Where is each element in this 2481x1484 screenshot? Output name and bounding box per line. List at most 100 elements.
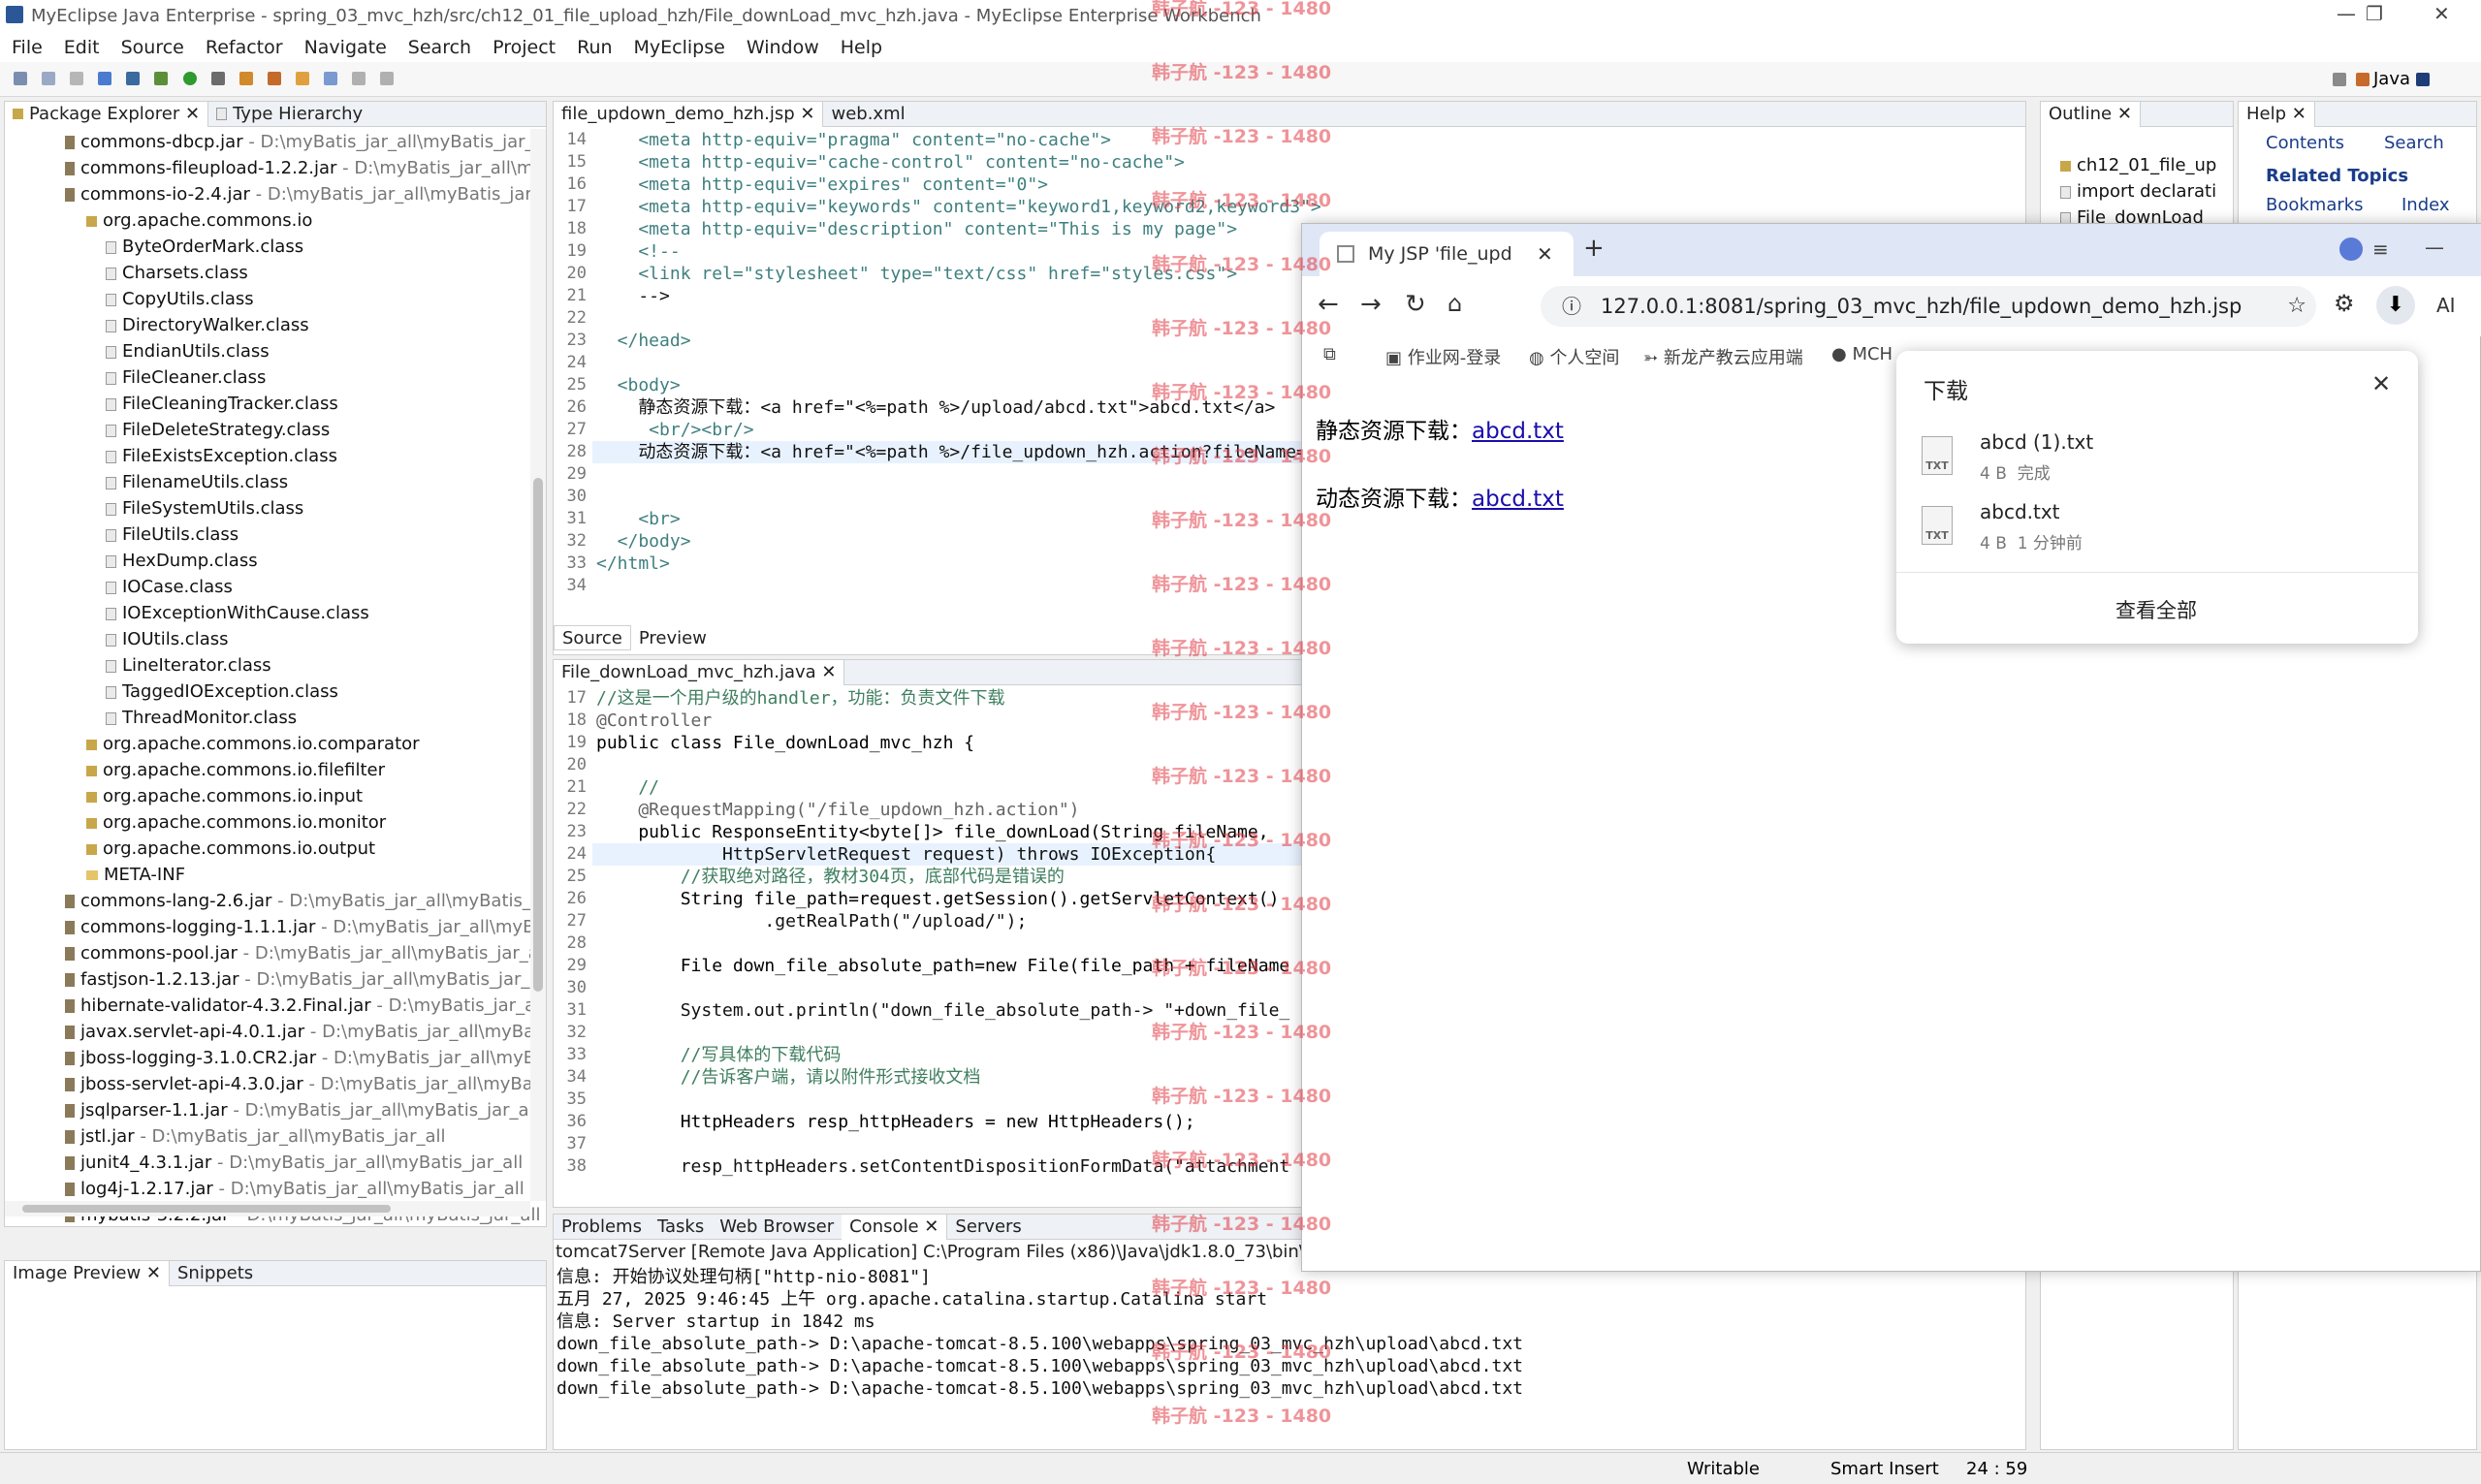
browser-tab[interactable]: My JSP 'file_upd ✕ [1320, 232, 1574, 276]
open-type-icon[interactable] [267, 72, 281, 85]
tree-item-pkg[interactable]: org.apache.commons.io.input [86, 783, 363, 809]
tree-item-cls[interactable]: FileUtils.class [106, 521, 239, 548]
close-downloads-icon[interactable]: ✕ [2371, 370, 2391, 397]
tab-console[interactable]: Console ✕ [842, 1214, 948, 1240]
tab-snippets[interactable]: Snippets [170, 1261, 261, 1286]
bookmark-item[interactable]: ● MCH [1831, 344, 1893, 364]
menu-refactor[interactable]: Refactor [206, 37, 283, 58]
static-download-link[interactable]: abcd.txt [1472, 419, 1564, 444]
menu-edit[interactable]: Edit [64, 37, 100, 58]
tree-item-cls[interactable]: FileCleaner.class [106, 364, 266, 391]
view-all-downloads-button[interactable]: 查看全部 [2115, 595, 2197, 624]
tree-item-cls[interactable]: FileCleaningTracker.class [106, 391, 338, 417]
home-icon[interactable]: ⌂ [1447, 290, 1462, 317]
downloads-icon[interactable]: ⬇ [2376, 286, 2415, 325]
open-perspective-icon[interactable] [2333, 72, 2346, 86]
tree-item-cls[interactable]: ByteOrderMark.class [106, 234, 303, 260]
tab-help[interactable]: Help ✕ [2239, 101, 2315, 127]
tab-source[interactable]: Source [554, 625, 631, 650]
tree-item-jar[interactable]: jsqlparser-1.1.jar - D:\myBatis_jar_all\… [65, 1097, 539, 1123]
tree-horizontal-scrollbar[interactable] [5, 1201, 530, 1216]
download-item[interactable]: TXT abcd (1).txt 4 B 完成 [1922, 428, 2387, 489]
tree-item-pkg[interactable]: org.apache.commons.io.output [86, 836, 375, 862]
minimize-button[interactable]: — [2337, 2, 2356, 25]
tree-item-cls[interactable]: EndianUtils.class [106, 338, 270, 364]
tab-preview[interactable]: Preview [631, 625, 715, 650]
new-java-class-icon[interactable] [239, 72, 253, 85]
run-icon[interactable] [182, 72, 197, 85]
profile-icon[interactable] [2339, 237, 2363, 261]
tree-item-jar[interactable]: junit4_4.3.1.jar - D:\myBatis_jar_all\my… [65, 1150, 523, 1176]
menu-help[interactable]: Help [841, 37, 882, 58]
save-icon[interactable] [42, 72, 56, 85]
menu-file[interactable]: File [12, 37, 43, 58]
menu-source[interactable]: Source [121, 37, 184, 58]
tab-web-xml[interactable]: web.xml [823, 102, 912, 127]
tree-item-cls[interactable]: LineIterator.class [106, 652, 271, 679]
tree-item-jar[interactable]: commons-lang-2.6.jar - D:\myBatis_jar_al… [65, 888, 547, 914]
help-index-link[interactable]: Index [2401, 195, 2450, 215]
myeclipse-perspective-icon[interactable] [2416, 72, 2431, 86]
favorite-star-icon[interactable]: ☆ [2287, 286, 2306, 327]
tree-item-cls[interactable]: TaggedIOException.class [106, 679, 338, 705]
tree-item-pkg[interactable]: org.apache.commons.io.comparator [86, 731, 420, 757]
ai-label[interactable]: AI [2436, 294, 2456, 317]
tree-item-jar[interactable]: commons-pool.jar - D:\myBatis_jar_all\my… [65, 940, 539, 966]
new-icon[interactable] [14, 72, 27, 85]
tab-problems[interactable]: Problems [554, 1215, 650, 1240]
server-icon[interactable] [126, 72, 141, 85]
tree-item-jar[interactable]: jstl.jar - D:\myBatis_jar_all\myBatis_ja… [65, 1123, 446, 1150]
help-bookmarks-link[interactable]: Bookmarks [2266, 195, 2364, 215]
tree-item-jar[interactable]: jboss-logging-3.1.0.CR2.jar - D:\myBatis… [65, 1045, 546, 1071]
tab-servers[interactable]: Servers [947, 1215, 1029, 1240]
tree-item-cls[interactable]: IOExceptionWithCause.class [106, 600, 369, 626]
tree-vertical-scrollbar[interactable] [530, 129, 546, 1201]
tab-menu-icon[interactable]: ≡ [2372, 237, 2389, 261]
tree-item-pkg[interactable]: org.apache.commons.io.filefilter [86, 757, 385, 783]
menu-window[interactable]: Window [747, 37, 819, 58]
external-tools-icon[interactable] [210, 72, 225, 85]
forward-arrow-icon[interactable]: → [1360, 290, 1382, 319]
menu-search[interactable]: Search [408, 37, 471, 58]
print-icon[interactable] [70, 72, 84, 85]
maximize-button[interactable]: ❐ [2366, 2, 2383, 25]
tree-item-cls[interactable]: DirectoryWalker.class [106, 312, 309, 338]
tree-item-cls[interactable]: Charsets.class [106, 260, 248, 286]
tab-package-explorer[interactable]: Package Explorer ✕ [5, 101, 209, 127]
site-info-icon[interactable]: ⓘ [1562, 286, 1581, 327]
address-bar[interactable]: ⓘ 127.0.0.1:8081/spring_03_mvc_hzh/file_… [1541, 286, 2316, 327]
tab-web-browser[interactable]: Web Browser [712, 1215, 842, 1240]
tree-item-cls[interactable]: FileSystemUtils.class [106, 495, 303, 521]
help-search-link[interactable]: Search [2384, 133, 2444, 153]
tree-item-cls[interactable]: FileDeleteStrategy.class [106, 417, 330, 443]
bookmarks-menu-icon[interactable]: ⧉ [1323, 344, 1336, 364]
close-tab-icon[interactable]: ✕ [1537, 242, 1553, 266]
tree-item-jar[interactable]: fastjson-1.2.13.jar - D:\myBatis_jar_all… [65, 966, 529, 993]
browser-minimize-icon[interactable]: — [2425, 236, 2444, 259]
tab-tasks[interactable]: Tasks [650, 1215, 712, 1240]
tree-item-jar[interactable]: hibernate-validator-4.3.2.Final.jar - D:… [65, 993, 540, 1019]
close-button[interactable]: ✕ [2433, 2, 2450, 25]
bookmark-item[interactable]: ▣ 作业网-登录 [1385, 344, 1501, 369]
tree-item-cls[interactable]: FileExistsException.class [106, 443, 337, 469]
dynamic-download-link[interactable]: abcd.txt [1472, 487, 1564, 512]
help-contents-link[interactable]: Contents [2266, 133, 2344, 153]
tree-item-pkg[interactable]: org.apache.commons.io [86, 207, 312, 234]
tree-item-jar[interactable]: commons-logging-1.1.1.jar - D:\myBatis_j… [65, 914, 534, 940]
tab-image-preview[interactable]: Image Preview ✕ [5, 1260, 170, 1286]
search-icon[interactable] [295, 72, 309, 85]
outline-item[interactable]: import declarati [2060, 178, 2216, 205]
tree-scrollbar-thumb[interactable] [533, 478, 543, 992]
tree-item-cls[interactable]: IOUtils.class [106, 626, 229, 652]
menu-myeclipse[interactable]: MyEclipse [634, 37, 725, 58]
debug-icon[interactable] [154, 72, 169, 85]
tab-type-hierarchy[interactable]: Type Hierarchy [208, 102, 370, 127]
menu-navigate[interactable]: Navigate [304, 37, 387, 58]
bookmark-item[interactable]: ◍ 个人空间 [1529, 344, 1619, 369]
tree-item-jar[interactable]: log4j-1.2.17.jar - D:\myBatis_jar_all\my… [65, 1176, 525, 1202]
tree-item-jar[interactable]: commons-fileupload-1.2.2.jar - D:\myBati… [65, 155, 544, 181]
tab-jsp-file[interactable]: file_updown_demo_hzh.jsp ✕ [554, 101, 824, 127]
tab-outline[interactable]: Outline ✕ [2041, 101, 2141, 127]
forward-icon[interactable] [380, 72, 395, 85]
reload-icon[interactable]: ↻ [1405, 290, 1426, 319]
